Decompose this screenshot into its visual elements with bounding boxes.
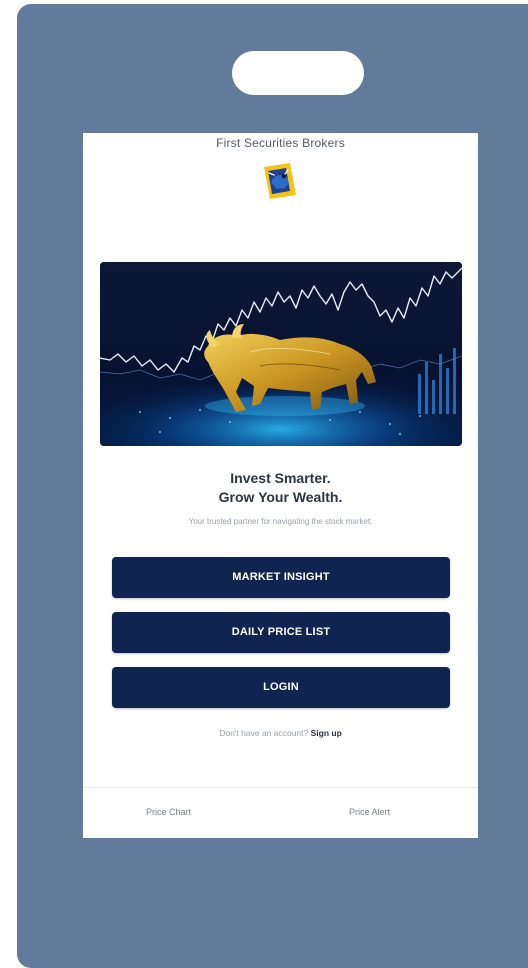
app-title: First Securities Brokers xyxy=(216,136,345,150)
app-screen: First Securities Brokers Invest Smarter.… xyxy=(83,133,478,838)
daily-price-list-button[interactable]: DAILY PRICE LIST xyxy=(112,612,450,653)
signup-link[interactable]: Sign up xyxy=(311,728,342,738)
bull-logo-icon xyxy=(260,161,300,201)
login-button[interactable]: LOGIN xyxy=(112,667,450,708)
nav-price-alert[interactable]: Price Alert xyxy=(349,807,390,817)
hero-headline: Invest Smarter. Grow Your Wealth. xyxy=(83,469,478,507)
signup-row: Don't have an account? Sign up xyxy=(83,728,478,738)
hero-image xyxy=(100,262,462,446)
market-insight-button[interactable]: MARKET INSIGHT xyxy=(112,557,450,598)
hero-tagline: Your trusted partner for navigating the … xyxy=(188,517,373,526)
headline-line-1: Invest Smarter. xyxy=(230,470,331,486)
bottom-nav: Price Chart Price Alert xyxy=(83,788,478,838)
nav-price-chart[interactable]: Price Chart xyxy=(146,807,191,817)
device-notch xyxy=(232,51,364,95)
signup-prompt: Don't have an account? xyxy=(219,728,309,738)
headline-line-2: Grow Your Wealth. xyxy=(218,489,343,505)
